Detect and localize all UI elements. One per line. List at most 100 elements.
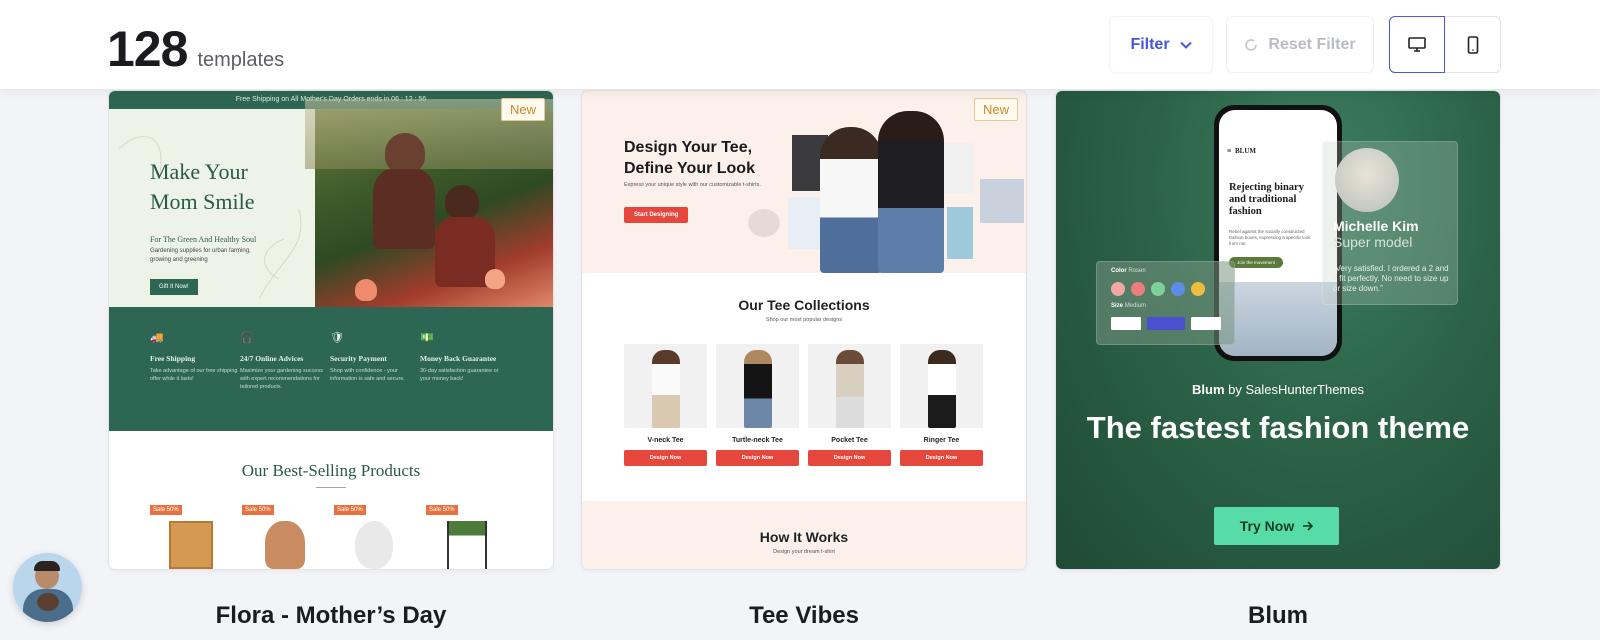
avatar-portrait — [1335, 148, 1399, 212]
size-option — [1191, 317, 1221, 330]
feature-title: Money Back Guarantee — [420, 354, 497, 363]
tee-item: V-neck Tee Design Now — [624, 344, 707, 466]
top-bar: 128 templates Filter Reset Filter — [0, 0, 1600, 90]
reset-filter-label: Reset Filter — [1268, 35, 1356, 53]
size-option — [1111, 317, 1141, 330]
feature-item: 💵 Money Back Guarantee 30-day satisfacti… — [420, 331, 508, 383]
feature-title: 24/7 Online Advices — [240, 354, 304, 363]
flower — [485, 269, 505, 289]
template-title[interactable]: Flora - Mother’s Day — [109, 602, 553, 630]
preview-hero-photo — [305, 99, 553, 307]
shield-icon: 🛡 — [330, 332, 344, 344]
desktop-view-button[interactable] — [1389, 16, 1446, 73]
mother-body — [373, 169, 435, 249]
preview-subheading: Express your unique style with our custo… — [624, 182, 761, 188]
feature-title: Free Shipping — [150, 354, 196, 363]
tee-name: Pocket Tee — [831, 437, 868, 444]
tee-item: Pocket Tee Design Now — [808, 344, 891, 466]
product-planter-box — [169, 521, 213, 569]
feature-item: 🎧 24/7 Online Advices Maximize your gard… — [240, 331, 328, 391]
feature-title: Security Payment — [330, 354, 387, 363]
model-man — [878, 111, 944, 273]
phone-title: Rejecting binary and traditional fashion — [1229, 182, 1304, 217]
color-size-panel: Color Rosen Size Medium — [1096, 261, 1235, 345]
avatar-pet — [37, 593, 59, 611]
template-title[interactable]: Blum — [1056, 602, 1500, 630]
tee-image — [624, 344, 707, 428]
template-card-flora[interactable]: New Free Shipping on All Mother's Day Or… — [109, 91, 553, 569]
size-value: Medium — [1124, 303, 1147, 309]
headset-icon: 🎧 — [240, 332, 254, 344]
template-count: 128 templates — [107, 20, 284, 78]
chevron-down-icon — [1179, 41, 1192, 49]
vendor-name: SalesHunterThemes — [1245, 382, 1364, 397]
how-it-works-section: How It Works Design your dream t-shirt — [582, 501, 1026, 569]
testimonial-quote: “Very satisfied. I ordered a 2 and it fi… — [1333, 264, 1449, 293]
phone-body: Rebel against the socially constructed f… — [1229, 229, 1311, 246]
arrow-right-icon — [1303, 521, 1314, 531]
phone-screen: ≡ BLUM Rejecting binary and traditional … — [1219, 110, 1337, 356]
color-swatch — [1111, 282, 1125, 296]
testimonial-card: Michelle Kim Super model “Very satisfied… — [1322, 141, 1458, 305]
preview-headline: The fastest fashion theme — [1086, 410, 1470, 445]
mother-figure — [385, 133, 425, 173]
refresh-icon — [1245, 38, 1258, 51]
person-name: Michelle Kim — [1333, 218, 1419, 234]
feature-desc: Take advantage of our free shipping offe… — [150, 368, 238, 382]
feature-desc: 30-day satisfaction guarantee or your mo… — [420, 368, 499, 382]
sale-badge: Sale 50% — [334, 505, 366, 515]
feature-item: 🛡 Security Payment Shop with confidence … — [330, 331, 418, 383]
template-count-number: 128 — [107, 21, 188, 77]
phone-brand: BLUM — [1235, 147, 1256, 155]
try-now-button: Try Now — [1214, 507, 1339, 545]
template-title[interactable]: Tee Vibes — [582, 602, 1026, 630]
tee-name: Ringer Tee — [923, 437, 960, 444]
preview-headline: Design Your Tee, Define Your Look — [624, 139, 755, 177]
support-avatar[interactable] — [13, 553, 82, 622]
preview-subheading: For The Green And Healthy Soul — [150, 235, 257, 244]
size-label: Size — [1111, 303, 1124, 309]
brand-name: Blum — [1192, 382, 1225, 397]
sale-badge: Sale 50% — [242, 505, 274, 515]
tee-collage-item — [947, 207, 973, 259]
by-line: Blum by SalesHunterThemes — [1056, 382, 1500, 397]
reset-filter-button[interactable]: Reset Filter — [1226, 16, 1374, 73]
mobile-icon — [1467, 35, 1478, 54]
preview-text: Gardening supplies for urban farming, gr… — [150, 248, 251, 263]
sale-badge: Sale 50% — [426, 505, 458, 515]
design-now-button: Design Now — [808, 450, 891, 466]
daughter-figure — [445, 185, 479, 219]
flower — [355, 279, 377, 301]
tee-name: V-neck Tee — [647, 437, 684, 444]
template-count-label: templates — [197, 49, 285, 71]
preview-features-band: 🚚 Free Shipping Take advantage of our fr… — [109, 307, 553, 431]
desktop-icon — [1408, 36, 1426, 52]
tee-image — [716, 344, 799, 428]
how-title: How It Works — [759, 529, 849, 545]
color-value: Rosen — [1128, 268, 1146, 274]
color-swatch — [1131, 282, 1145, 296]
product-hanging-pot — [355, 521, 393, 569]
product-face-pot — [265, 521, 305, 569]
preview-section-title: Our Best-Selling Products — [241, 461, 421, 480]
design-now-button: Design Now — [624, 450, 707, 466]
money-icon: 💵 — [420, 332, 434, 344]
mobile-view-button[interactable] — [1445, 17, 1500, 72]
how-subtitle: Design your dream t-shirt — [773, 549, 835, 555]
try-now-label: Try Now — [1239, 518, 1295, 534]
menu-icon: ≡ — [1227, 148, 1232, 155]
collections-subtitle: Shop our most popular designs — [765, 317, 843, 323]
phone-group-photo — [1219, 282, 1337, 356]
template-card-blum[interactable]: ≡ BLUM Rejecting binary and traditional … — [1056, 91, 1500, 569]
view-toggle — [1389, 16, 1501, 73]
new-badge: New — [973, 98, 1018, 121]
tee-collage-item — [788, 197, 824, 249]
preview-headline: Make Your Mom Smile — [150, 159, 255, 214]
feature-desc: Maximize your gardening success with exp… — [240, 368, 323, 390]
design-now-button: Design Now — [716, 450, 799, 466]
template-card-tee-vibes[interactable]: New Design Your Tee, Define Your Look Ex… — [582, 91, 1026, 569]
color-swatch — [1151, 282, 1165, 296]
filter-button[interactable]: Filter — [1109, 16, 1213, 73]
color-label: Color — [1111, 268, 1127, 274]
person-role: Super model — [1333, 234, 1413, 250]
